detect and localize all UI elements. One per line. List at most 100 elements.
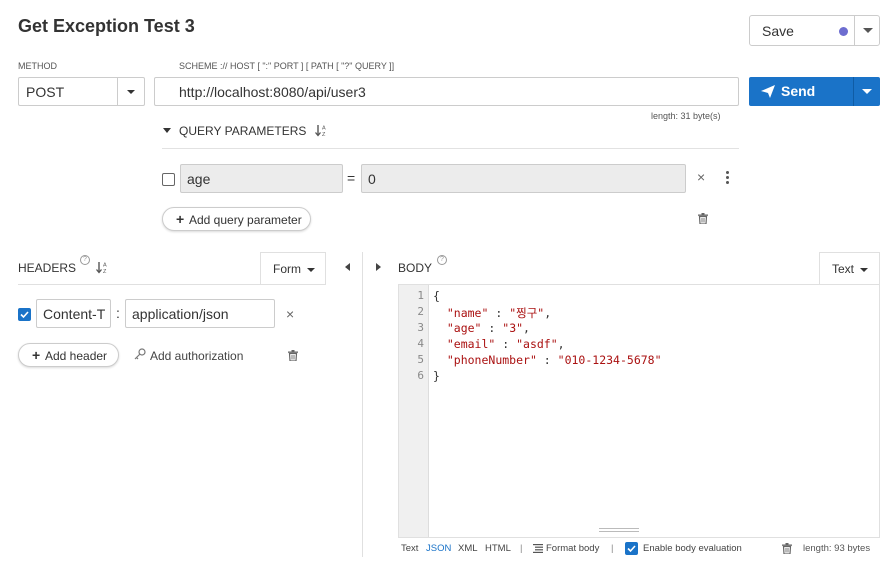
request-title: Get Exception Test 3 [18, 16, 195, 36]
json-value: "3" [502, 321, 524, 335]
resize-grip[interactable] [599, 528, 639, 532]
url-length: length: 31 byte(s) [651, 111, 721, 121]
chevron-down-icon[interactable] [127, 90, 135, 94]
headers-title: HEADERS [18, 261, 77, 275]
save-button[interactable]: Save [749, 15, 880, 46]
code-line: { [433, 289, 440, 303]
chevron-down-icon[interactable] [862, 89, 872, 94]
body-mode-label: Text [832, 262, 855, 276]
plus-icon: + [176, 211, 185, 227]
json-sep: : [536, 353, 558, 367]
send-button[interactable]: Send [749, 77, 880, 106]
chevron-down-icon[interactable] [863, 28, 873, 33]
json-tail: , [544, 306, 552, 320]
key-icon [134, 348, 146, 360]
send-label: Send [781, 83, 816, 99]
line-number: 5 [417, 353, 424, 366]
url-format-label: SCHEME :// HOST [ ":" PORT ] [ PATH [ "?… [179, 61, 395, 71]
code-line: "age" : "3", [433, 321, 530, 335]
header-key: Content-T [43, 306, 106, 322]
query-param-value: 0 [368, 171, 376, 187]
line-number: 1 [417, 289, 424, 302]
code-text: { [433, 289, 440, 303]
format-lines-icon [533, 544, 543, 553]
code-line: } [433, 369, 440, 383]
trash-icon[interactable] [782, 543, 792, 554]
more-options-icon[interactable] [726, 171, 729, 184]
add-header-button[interactable]: + Add header [18, 343, 119, 367]
json-key: "age" [446, 321, 482, 335]
equals-sign: = [347, 170, 356, 186]
collapse-chevron-icon[interactable] [163, 128, 171, 133]
query-param-key: age [187, 171, 211, 187]
method-select[interactable]: POST [18, 77, 145, 106]
query-parameters-title[interactable]: QUERY PARAMETERS [179, 124, 306, 138]
code-line: "email" : "asdf", [433, 337, 565, 351]
line-number: 3 [417, 321, 424, 334]
body-mode-dropdown[interactable]: Text [819, 252, 880, 284]
json-value: "찡구" [509, 306, 545, 320]
url-value: http://localhost:8080/api/user3 [179, 84, 366, 100]
chevron-down-icon [307, 268, 315, 272]
format-xml-option[interactable]: XML [458, 543, 478, 554]
divider [162, 148, 739, 149]
svg-text:Z: Z [322, 132, 326, 137]
header-colon: : [116, 305, 120, 321]
divider [853, 77, 854, 106]
svg-text:A: A [103, 263, 107, 269]
help-icon[interactable]: ? [80, 255, 90, 265]
add-authorization-link[interactable]: Add authorization [150, 349, 243, 363]
checkmark-icon [20, 311, 29, 319]
json-key: "email" [446, 337, 496, 351]
trash-icon[interactable] [698, 213, 708, 224]
json-sep: : [488, 306, 510, 320]
json-sep: : [481, 321, 503, 335]
url-input[interactable]: http://localhost:8080/api/user3 [154, 77, 739, 106]
save-label: Save [762, 23, 794, 39]
query-param-checkbox[interactable] [162, 173, 175, 186]
query-param-key-input[interactable]: age [180, 164, 343, 193]
footer-divider: | [520, 543, 523, 554]
json-tail: , [557, 337, 565, 351]
panel-splitter[interactable] [362, 252, 363, 557]
help-icon[interactable]: ? [437, 255, 447, 265]
json-value: "asdf" [516, 337, 558, 351]
method-value: POST [26, 84, 65, 100]
json-key: "phoneNumber" [446, 353, 537, 367]
body-title: BODY [398, 261, 433, 275]
add-query-parameter-label: Add query parameter [189, 213, 302, 227]
format-text-option[interactable]: Text [401, 543, 418, 554]
format-html-option[interactable]: HTML [485, 543, 511, 554]
header-checkbox[interactable] [18, 308, 31, 321]
line-gutter: 1 2 3 4 5 6 [399, 285, 429, 537]
checkmark-icon [627, 545, 636, 553]
sort-az-icon[interactable]: A Z [315, 124, 327, 137]
unsaved-dot-icon [839, 27, 848, 36]
svg-text:A: A [322, 126, 326, 132]
divider [854, 16, 855, 45]
headers-mode-dropdown[interactable]: Form [260, 252, 326, 284]
paper-plane-icon [761, 85, 775, 98]
enable-body-evaluation-checkbox[interactable] [625, 542, 638, 555]
code-line: "phoneNumber" : "010-1234-5678" [433, 353, 662, 367]
svg-text:Z: Z [103, 269, 107, 274]
expand-right-icon[interactable] [376, 263, 381, 271]
json-key: "name" [446, 306, 489, 320]
add-query-parameter-button[interactable]: + Add query parameter [162, 207, 311, 231]
code-line: "name" : "찡구", [433, 305, 551, 321]
divider [117, 78, 118, 105]
footer-divider: | [611, 543, 614, 554]
remove-header-close-icon[interactable]: × [286, 306, 294, 322]
trash-icon[interactable] [288, 350, 298, 361]
format-body-button[interactable]: Format body [546, 543, 599, 554]
header-value-input[interactable]: application/json [125, 299, 275, 328]
format-json-option[interactable]: JSON [426, 543, 451, 554]
sort-az-icon[interactable]: A Z [96, 261, 108, 274]
query-param-value-input[interactable]: 0 [361, 164, 686, 193]
collapse-left-icon[interactable] [345, 263, 350, 271]
json-tail: , [523, 321, 530, 335]
method-label: METHOD [18, 61, 57, 71]
body-editor[interactable]: 1 2 3 4 5 6 { "name" : "찡구", "age" : "3"… [398, 284, 880, 538]
header-key-input[interactable]: Content-T [36, 299, 111, 328]
remove-param-close-icon[interactable]: × [697, 169, 705, 185]
